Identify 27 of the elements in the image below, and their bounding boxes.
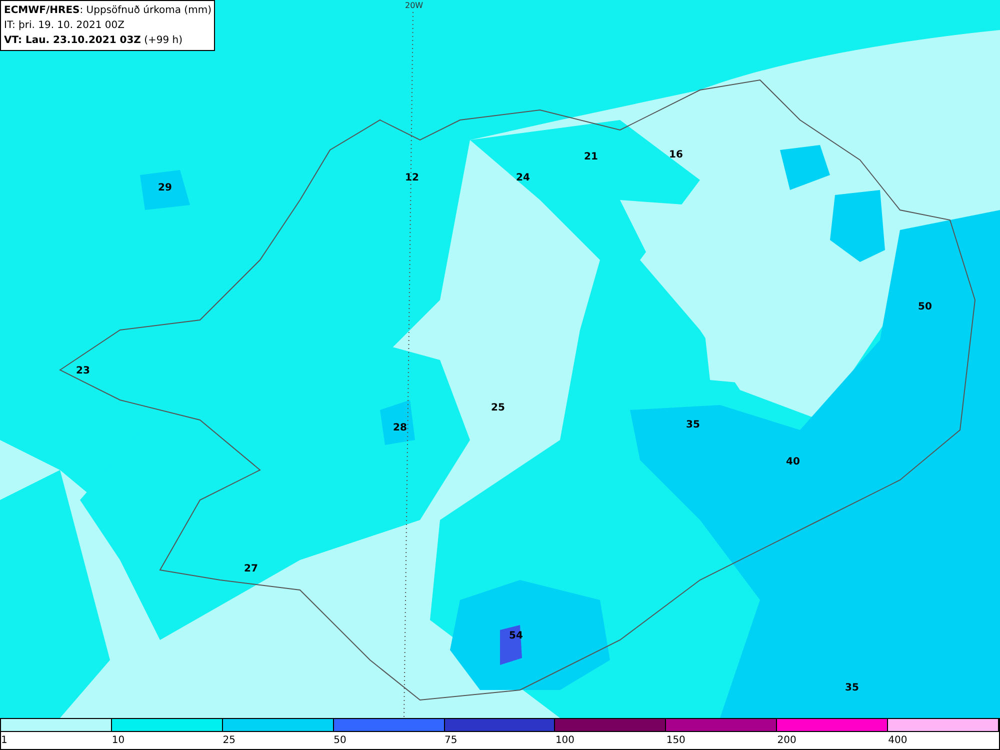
value-label: 27 [244,564,258,574]
scale-label: 200 [777,735,796,746]
scale-label: 25 [222,735,236,746]
value-label: 12 [405,172,419,184]
scale-label: 1 [1,735,8,746]
meridian-label: 20W [405,1,424,10]
scale-label: 150 [666,735,686,746]
value-label: 28 [393,422,407,434]
value-label: 35 [845,682,859,694]
value-label: 35 [686,420,700,430]
scale-label: 10 [112,735,125,746]
value-label: 54 [509,630,523,642]
value-label: 23 [76,366,90,376]
value-label: 40 [786,456,800,468]
value-label: 16 [669,150,683,160]
header-line: IT: þri. 19. 10. 2021 00Z [4,19,126,33]
header-line: VT: Lau. 23.10.2021 03Z (+99 h) [4,34,184,48]
value-label: 50 [918,302,932,312]
scale-label: 400 [888,735,908,746]
value-label: 24 [516,172,530,184]
value-label: 21 [584,152,598,162]
value-label: 29 [158,182,172,194]
value-label: 25 [491,402,505,414]
scale-label: 100 [555,735,575,746]
scale-label: 50 [334,735,346,746]
scale-label: 75 [444,735,458,746]
header-line: ECMWF/HRES: Uppsöfnuð úrkoma (mm) [4,4,212,18]
